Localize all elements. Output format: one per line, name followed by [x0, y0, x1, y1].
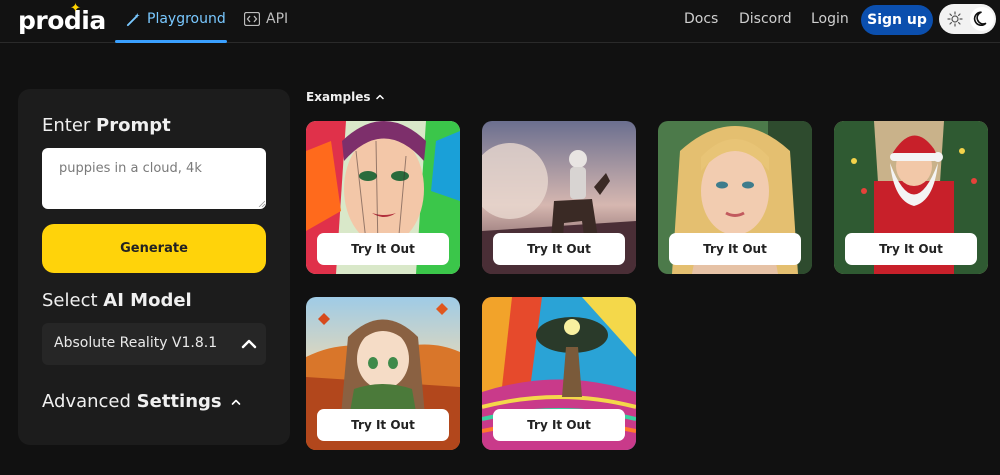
login-link[interactable]: Login — [811, 11, 849, 27]
tab-playground-label: Playground — [147, 11, 226, 27]
example-card[interactable]: Try It Out — [658, 121, 812, 274]
try-it-out-button[interactable]: Try It Out — [317, 409, 449, 441]
prodia-logo[interactable]: prodia — [18, 6, 106, 35]
theme-toggle[interactable] — [939, 4, 996, 34]
code-icon — [244, 12, 260, 26]
signup-button[interactable]: Sign up — [861, 5, 933, 35]
active-tab-indicator — [115, 40, 227, 43]
examples-toggle[interactable]: Examples — [306, 90, 385, 104]
chevron-up-icon — [375, 94, 384, 100]
moon-icon — [973, 11, 987, 26]
example-card[interactable]: Try It Out — [306, 297, 460, 450]
try-it-out-button[interactable]: Try It Out — [845, 233, 977, 265]
example-card[interactable]: Try It Out — [306, 121, 460, 274]
example-card[interactable]: Try It Out — [482, 297, 636, 450]
resize-grip-icon[interactable] — [258, 200, 265, 207]
tab-api-label: API — [266, 11, 289, 27]
sun-icon — [947, 11, 963, 27]
top-navbar: prodia ✦ Playground API Docs Discord Log… — [0, 0, 1000, 43]
advanced-settings-toggle[interactable]: Advanced Settings — [42, 391, 242, 412]
generate-button[interactable]: Generate — [42, 224, 266, 273]
try-it-out-button[interactable]: Try It Out — [493, 233, 625, 265]
tab-api[interactable]: API — [244, 11, 288, 27]
docs-link[interactable]: Docs — [684, 11, 718, 27]
discord-link[interactable]: Discord — [739, 11, 792, 27]
advanced-settings-label: Advanced Settings — [42, 391, 222, 412]
prompt-input[interactable] — [42, 148, 266, 209]
model-selected-value: Absolute Reality V1.8.1 — [54, 335, 218, 351]
sparkle-icon: ✦ — [70, 1, 81, 16]
prompt-panel: Enter Prompt Generate Select AI Model Ab… — [18, 89, 290, 445]
example-card[interactable]: Try It Out — [482, 121, 636, 274]
model-heading: Select AI Model — [42, 290, 192, 311]
magic-wand-icon — [126, 12, 140, 26]
try-it-out-button[interactable]: Try It Out — [669, 233, 801, 265]
try-it-out-button[interactable]: Try It Out — [493, 409, 625, 441]
prompt-heading: Enter Prompt — [42, 115, 171, 136]
try-it-out-button[interactable]: Try It Out — [317, 233, 449, 265]
example-card[interactable]: Try It Out — [834, 121, 988, 274]
chevron-up-icon — [241, 339, 257, 349]
model-select[interactable]: Absolute Reality V1.8.1 — [42, 323, 266, 365]
tab-playground[interactable]: Playground — [126, 11, 226, 27]
chevron-up-icon — [231, 399, 240, 405]
examples-label: Examples — [306, 90, 371, 104]
theme-knob — [970, 7, 994, 31]
